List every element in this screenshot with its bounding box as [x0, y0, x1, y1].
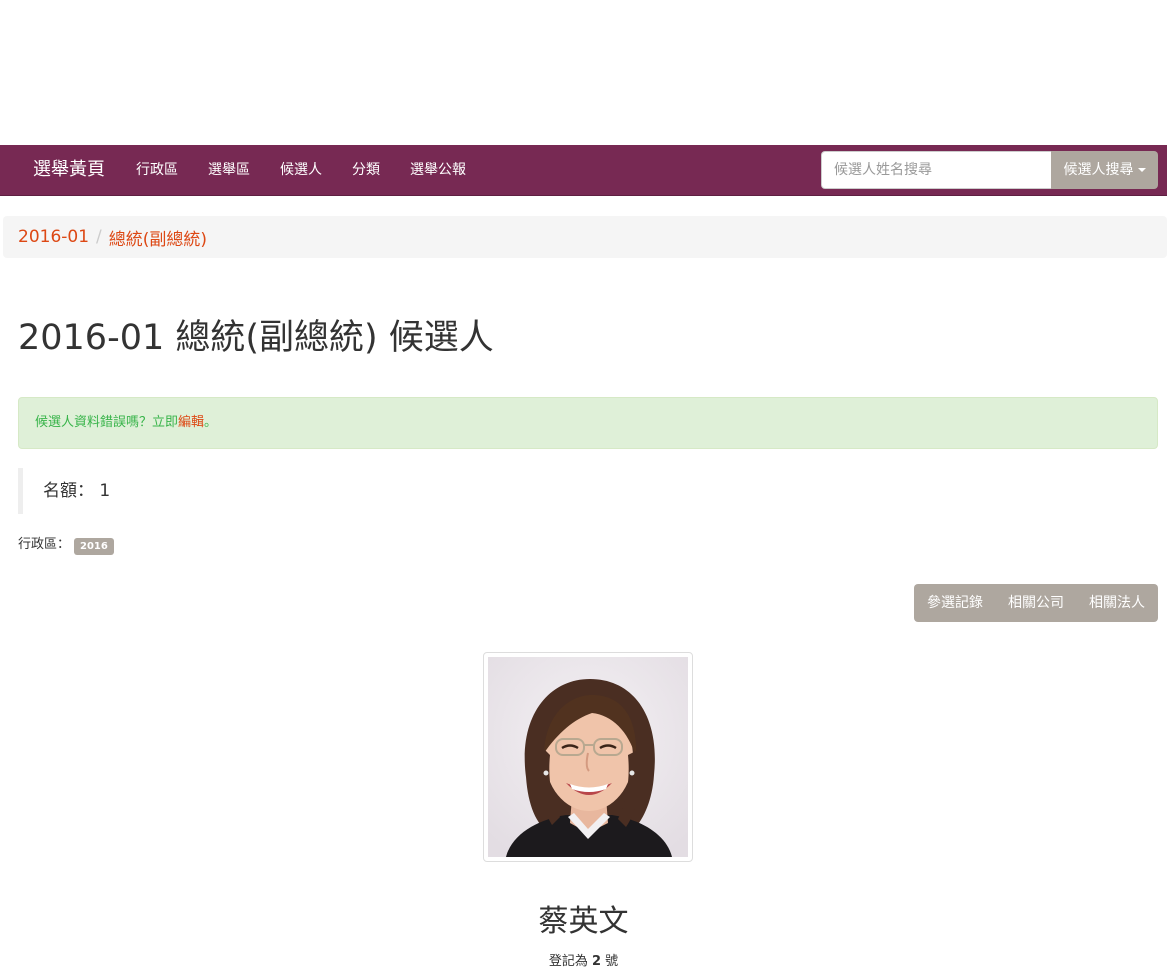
breadcrumb-separator: /	[96, 227, 102, 247]
edit-alert: 候選人資料錯誤嗎？立即編輯。	[18, 397, 1158, 449]
quota-value: 1	[99, 481, 111, 501]
breadcrumb-item-position[interactable]: 總統(副總統)	[109, 225, 207, 250]
election-history-button[interactable]: 參選記錄	[914, 584, 996, 622]
alert-text: 候選人資料錯誤嗎？立即	[35, 415, 179, 430]
candidate-name[interactable]: 蔡英文	[0, 900, 1167, 944]
nav-item-districts[interactable]: 行政區	[121, 145, 193, 195]
page-title: 2016-01 總統(副總統) 候選人	[18, 318, 494, 358]
top-navbar: 選舉黃頁 行政區 選舉區 候選人 分類 選舉公報 候選人搜尋	[0, 145, 1167, 196]
candidate-registration: 登記為 2 號	[0, 952, 1167, 972]
candidate-search-input[interactable]	[821, 151, 1051, 189]
candidate-photo-frame[interactable]	[483, 652, 693, 862]
related-companies-button[interactable]: 相關公司	[996, 584, 1076, 622]
candidate-search-button[interactable]: 候選人搜尋	[1051, 151, 1158, 189]
nav-item-candidates[interactable]: 候選人	[265, 145, 337, 195]
nav-item-categories[interactable]: 分類	[337, 145, 395, 195]
related-entities-button[interactable]: 相關法人	[1076, 584, 1158, 622]
registration-prefix: 登記為	[548, 954, 588, 969]
search-button-label: 候選人搜尋	[1063, 162, 1134, 178]
caret-down-icon	[1137, 168, 1146, 172]
district-label: 行政區：	[18, 537, 71, 552]
district-row: 行政區： 2016	[18, 535, 114, 555]
candidate-photo	[488, 657, 688, 857]
breadcrumb-item-election[interactable]: 2016-01	[18, 227, 89, 247]
registration-suffix: 號	[605, 954, 619, 969]
quota-blockquote: 名額： 1	[18, 468, 110, 514]
nav-item-bulletin[interactable]: 選舉公報	[395, 145, 481, 195]
edit-link[interactable]: 編輯	[178, 415, 204, 430]
nav-menu: 行政區 選舉區 候選人 分類 選舉公報	[121, 145, 481, 195]
breadcrumb: 2016-01 / 總統(副總統)	[3, 216, 1167, 258]
quota-label: 名額：	[43, 481, 94, 501]
brand-link[interactable]: 選舉黃頁	[33, 145, 105, 195]
district-badge[interactable]: 2016	[74, 537, 114, 555]
candidate-actions: 參選記錄 相關公司 相關法人	[914, 584, 1158, 622]
alert-text-end: 。	[204, 415, 218, 430]
nav-item-constituencies[interactable]: 選舉區	[193, 145, 265, 195]
registration-number: 2	[591, 954, 602, 969]
